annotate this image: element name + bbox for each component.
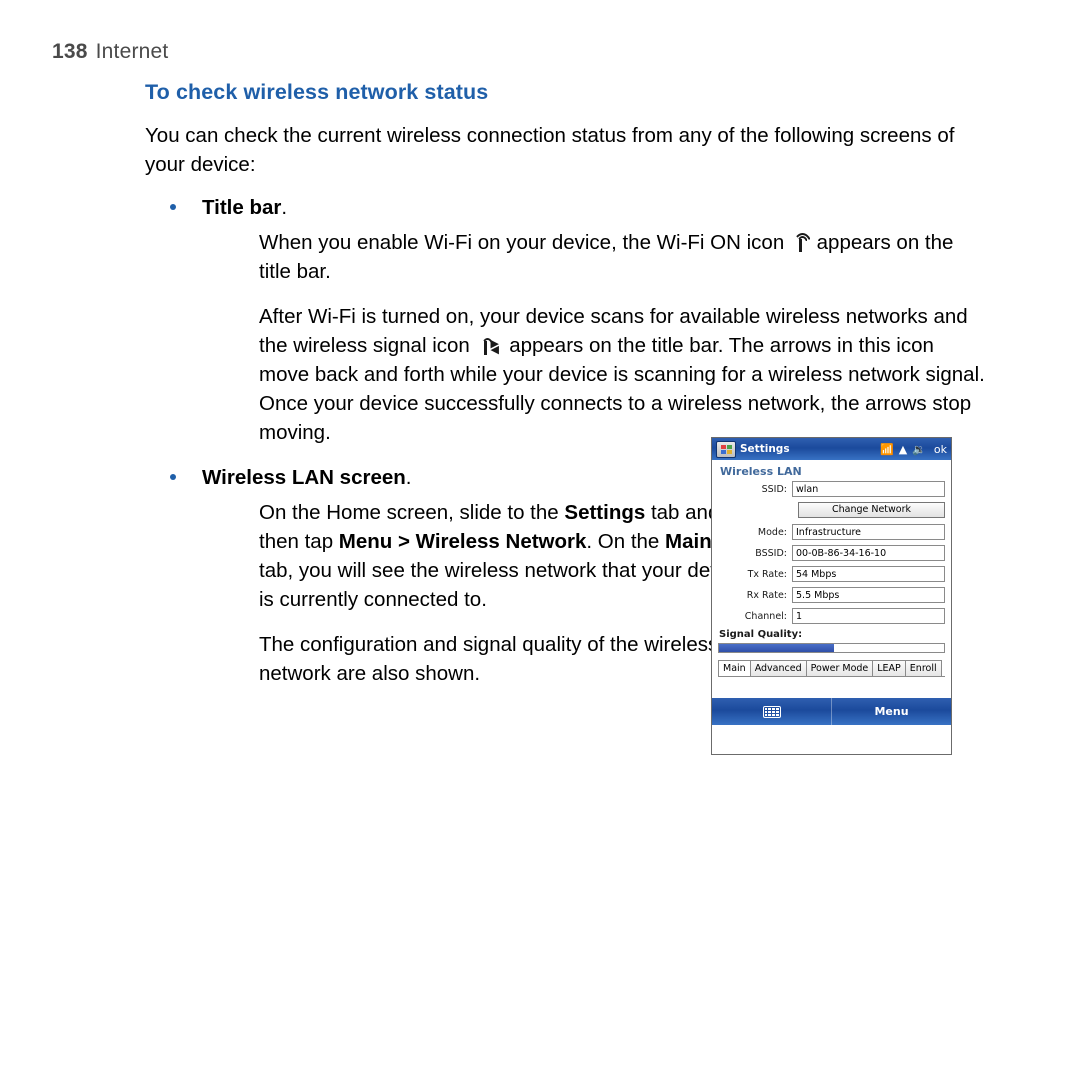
paragraph-wifi-on: When you enable Wi-Fi on your device, th… — [259, 228, 985, 286]
field-value-tx-rate[interactable]: 54 Mbps — [792, 566, 945, 582]
field-row-rx-rate: Rx Rate: 5.5 Mbps — [718, 587, 945, 603]
page-header: 138 Internet — [52, 40, 168, 64]
change-network-button[interactable]: Change Network — [798, 502, 945, 518]
bullet-body: When you enable Wi-Fi on your device, th… — [202, 228, 985, 447]
signal-quality-bar-fill — [719, 644, 834, 652]
paragraph-configuration-note: The configuration and signal quality of … — [259, 633, 719, 685]
device-soft-key-bar: Menu — [712, 698, 951, 725]
device-tab-bar: Main Advanced Power Mode LEAP Enroll — [718, 660, 945, 677]
wireless-signal-icon: ▶ ◀ — [479, 336, 501, 356]
field-label-channel: Channel: — [744, 610, 787, 622]
field-label-rx-rate: Rx Rate: — [746, 589, 787, 601]
text-settings-tab: Settings — [564, 501, 646, 524]
paragraph-wifi-on-text-a: When you enable Wi-Fi on your device, th… — [259, 231, 785, 254]
field-label-ssid: SSID: — [761, 483, 787, 495]
device-app-title: Settings — [740, 443, 790, 455]
field-value-ssid[interactable]: wlan — [792, 481, 945, 497]
text-g: tab, you will see the wireless network t… — [259, 559, 747, 611]
tab-advanced[interactable]: Advanced — [749, 660, 807, 676]
bullet-dot-icon — [170, 474, 176, 480]
keyboard-icon — [762, 705, 781, 718]
signal-quality-bar — [718, 643, 945, 653]
device-title-bar: Settings 📶 ▲ 🔉 ok — [712, 438, 951, 460]
field-row-tx-rate: Tx Rate: 54 Mbps — [718, 566, 945, 582]
field-row-ssid: SSID: wlan — [718, 481, 945, 497]
windows-flag-icon — [720, 444, 732, 454]
bullet-heading-bold: Wireless LAN screen — [202, 466, 406, 489]
text-main-tab: Main — [665, 530, 712, 553]
bullet-body: On the Home screen, slide to the Setting… — [202, 498, 749, 688]
intro-paragraph: You can check the current wireless conne… — [145, 124, 955, 176]
field-value-rx-rate[interactable]: 5.5 Mbps — [792, 587, 945, 603]
chapter-name: Internet — [95, 40, 169, 63]
device-body: Wireless LAN SSID: wlan Change Network M… — [712, 460, 951, 725]
bullet-heading: Title bar. — [202, 193, 985, 222]
text-menu-wireless-network: Menu > Wireless Network — [338, 530, 587, 553]
field-value-mode[interactable]: Infrastructure — [792, 524, 945, 540]
paragraph-settings-path: On the Home screen, slide to the Setting… — [259, 498, 749, 614]
keyboard-button[interactable] — [712, 705, 831, 718]
field-row-channel: Channel: 1 — [718, 608, 945, 624]
field-row-bssid: BSSID: 00-0B-86-34-16-10 — [718, 545, 945, 561]
field-value-channel[interactable]: 1 — [792, 608, 945, 624]
tab-power-mode[interactable]: Power Mode — [805, 660, 874, 676]
page-number: 138 — [52, 40, 88, 63]
field-row-mode: Mode: Infrastructure — [718, 524, 945, 540]
bullet-heading-rest: . — [405, 466, 412, 489]
field-value-bssid[interactable]: 00-0B-86-34-16-10 — [792, 545, 945, 561]
tab-main[interactable]: Main — [718, 660, 751, 676]
field-label-mode: Mode: — [757, 526, 787, 538]
title-bar-status-icons: 📶 ▲ 🔉 ok — [880, 443, 947, 456]
tab-enroll[interactable]: Enroll — [904, 660, 942, 676]
wifi-on-icon — [792, 233, 812, 252]
bullet-dot-icon — [170, 204, 176, 210]
signal-quality-label: Signal Quality: — [719, 629, 803, 640]
field-label-bssid: BSSID: — [755, 547, 787, 559]
tab-leap[interactable]: LEAP — [872, 660, 906, 676]
device-screenshot: Settings 📶 ▲ 🔉 ok Wireless LAN SSID: wla… — [711, 437, 952, 755]
bullet-heading-rest: . — [281, 196, 288, 219]
ok-button[interactable]: ok — [934, 443, 947, 456]
bullet-heading-bold: Title bar — [202, 196, 282, 219]
bullet-title-bar: Title bar. When you enable Wi-Fi on your… — [145, 193, 985, 447]
field-label-tx-rate: Tx Rate: — [747, 568, 787, 580]
page-title: To check wireless network status — [145, 80, 489, 104]
text-e: . On the — [586, 530, 666, 553]
start-menu-icon[interactable] — [716, 440, 736, 458]
change-network-row: Change Network — [718, 502, 945, 518]
text-a: On the Home screen, slide to the — [259, 501, 565, 524]
menu-soft-key[interactable]: Menu — [832, 705, 951, 718]
paragraph-wifi-scan: After Wi-Fi is turned on, your device sc… — [259, 302, 985, 447]
volume-icon[interactable]: 🔉 — [912, 444, 926, 455]
wireless-signal-icon[interactable]: 📶 — [880, 444, 894, 455]
device-screen-title: Wireless LAN — [720, 465, 802, 478]
signal-strength-icon[interactable]: ▲ — [899, 444, 907, 455]
